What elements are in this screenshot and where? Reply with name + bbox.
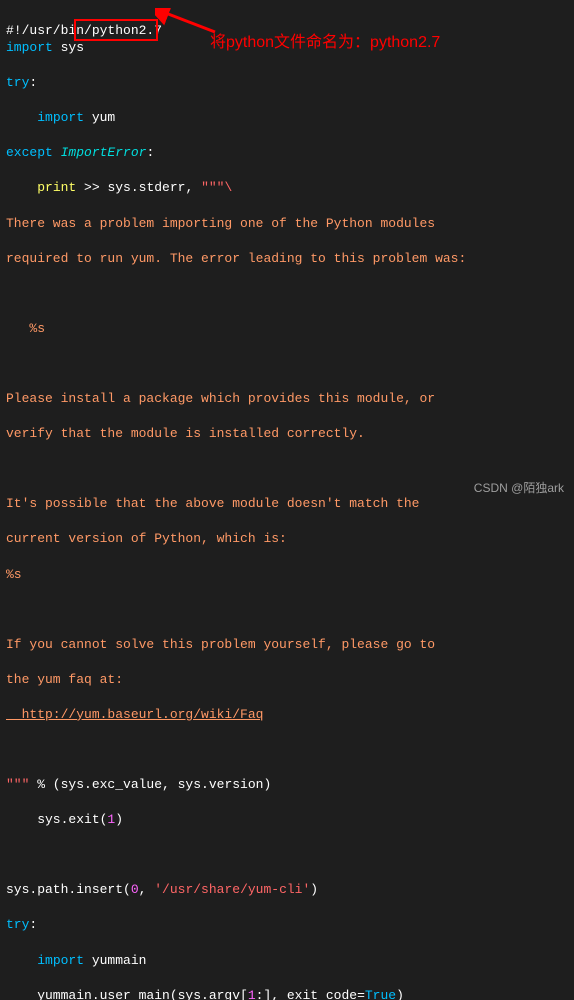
line-26: sys.path.insert(0, '/usr/share/yum-cli') [6, 881, 568, 899]
line-22 [6, 741, 568, 759]
line-9 [6, 285, 568, 303]
line-12: Please install a package which provides … [6, 390, 568, 408]
line-18 [6, 601, 568, 619]
shebang-python: python2.7 [92, 23, 162, 38]
shebang-prefix: #!/usr/bin/ [6, 23, 92, 38]
line-19: If you cannot solve this problem yoursel… [6, 636, 568, 654]
line-4: import yum [6, 109, 568, 127]
line-7: There was a problem importing one of the… [6, 215, 568, 233]
line-28: import yummain [6, 952, 568, 970]
line-14 [6, 460, 568, 478]
line-2: import sys [6, 39, 568, 57]
line-15: It's possible that the above module does… [6, 495, 568, 513]
watermark: CSDN @陌独ark [474, 480, 564, 496]
line-11 [6, 355, 568, 373]
line-17: %s [6, 566, 568, 584]
line-8: required to run yum. The error leading t… [6, 250, 568, 268]
line-29: yummain.user_main(sys.argv[1:], exit_cod… [6, 987, 568, 1000]
line-20: the yum faq at: [6, 671, 568, 689]
shebang-line: #!/usr/bin/python2.7 [6, 22, 162, 40]
line-27: try: [6, 916, 568, 934]
line-23: """ % (sys.exc_value, sys.version) [6, 776, 568, 794]
line-10: %s [6, 320, 568, 338]
line-13: verify that the module is installed corr… [6, 425, 568, 443]
line-6: print >> sys.stderr, """\ [6, 179, 568, 197]
code-editor[interactable]: #!/usr/bin/python2.7 import sys try: imp… [0, 0, 574, 1000]
line-16: current version of Python, which is: [6, 530, 568, 548]
line-25 [6, 846, 568, 864]
line-21-url: http://yum.baseurl.org/wiki/Faq [6, 706, 568, 724]
line-3: try: [6, 74, 568, 92]
line-24: sys.exit(1) [6, 811, 568, 829]
line-5: except ImportError: [6, 144, 568, 162]
